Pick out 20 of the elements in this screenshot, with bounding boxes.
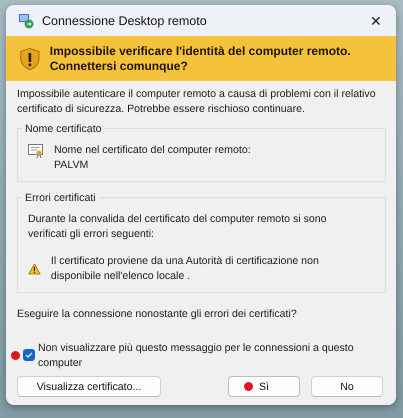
window-title: Connessione Desktop remoto bbox=[42, 14, 208, 28]
check-icon bbox=[25, 352, 33, 358]
certificate-name-value: PALVM bbox=[54, 158, 90, 173]
warning-icon bbox=[28, 261, 41, 277]
certificate-error-text: Il certificato proviene da una Autorità di certificazione non disponibile nell'elenco locale . bbox=[50, 254, 320, 284]
certificate-icon bbox=[28, 143, 44, 158]
message-text: Impossibile autenticare il computer remoto a causa di problemi con il relativo certificato di sicurezza. Potrebbe essere rischioso continuare. bbox=[17, 87, 377, 117]
close-button[interactable]: ✕ bbox=[366, 12, 386, 28]
question-text: Eseguire la connessione nonostante gli errori dei certificati? bbox=[17, 307, 298, 322]
confirm-button[interactable]: Sì bbox=[228, 376, 300, 397]
dialog-button[interactable]: Visualizza certificato... bbox=[17, 376, 161, 397]
remote-desktop-icon bbox=[18, 12, 34, 28]
certificate-name-label: Nome nel certificato del computer remoto: bbox=[54, 143, 251, 158]
checkbox-label: Non visualizzare più questo messaggio per le connessioni a questo computer bbox=[38, 341, 355, 371]
errors-intro-text: Durante la convalida del certificato del computer remoto si sono verificati gli errori seguenti: bbox=[28, 212, 328, 242]
marker-dot bbox=[11, 351, 20, 360]
checkbox[interactable] bbox=[23, 349, 35, 361]
marker-dot bbox=[244, 382, 253, 391]
warning-heading: Impossibile verificare l'identità del computer remoto. Connettersi comunque? bbox=[50, 44, 352, 74]
dialog-button[interactable]: No bbox=[311, 376, 383, 397]
